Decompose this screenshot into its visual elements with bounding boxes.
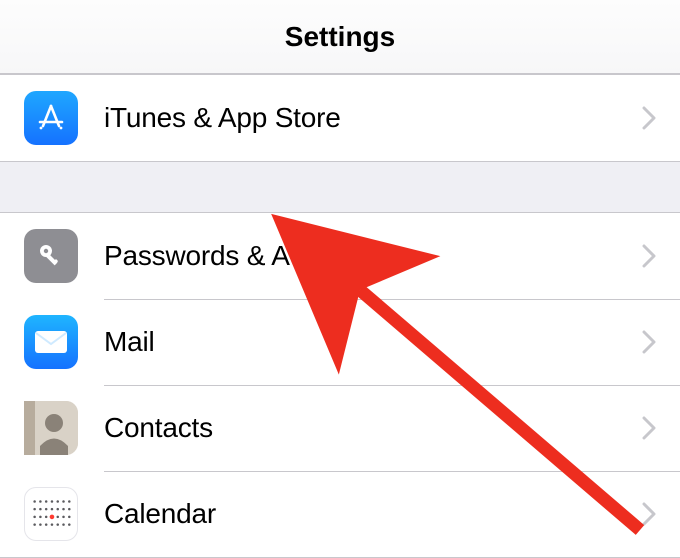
row-contacts[interactable]: Contacts xyxy=(0,385,680,471)
row-label: Calendar xyxy=(104,498,642,530)
header: Settings xyxy=(0,0,680,74)
settings-group-1: iTunes & App Store xyxy=(0,74,680,162)
chevron-right-icon xyxy=(642,244,656,268)
section-gap xyxy=(0,162,680,212)
settings-group-2: Passwords & Accounts Mail xyxy=(0,212,680,558)
calendar-icon xyxy=(24,487,78,541)
row-label: Contacts xyxy=(104,412,642,444)
contacts-icon xyxy=(24,401,78,455)
appstore-icon xyxy=(24,91,78,145)
row-label: Mail xyxy=(104,326,642,358)
row-mail[interactable]: Mail xyxy=(0,299,680,385)
row-itunes-app-store[interactable]: iTunes & App Store xyxy=(0,75,680,161)
page-title: Settings xyxy=(285,21,395,53)
mail-icon xyxy=(24,315,78,369)
row-label: iTunes & App Store xyxy=(104,102,642,134)
row-passwords-accounts[interactable]: Passwords & Accounts xyxy=(0,213,680,299)
chevron-right-icon xyxy=(642,502,656,526)
row-calendar[interactable]: Calendar xyxy=(0,471,680,557)
row-label: Passwords & Accounts xyxy=(104,240,642,272)
key-icon xyxy=(24,229,78,283)
chevron-right-icon xyxy=(642,416,656,440)
chevron-right-icon xyxy=(642,106,656,130)
chevron-right-icon xyxy=(642,330,656,354)
